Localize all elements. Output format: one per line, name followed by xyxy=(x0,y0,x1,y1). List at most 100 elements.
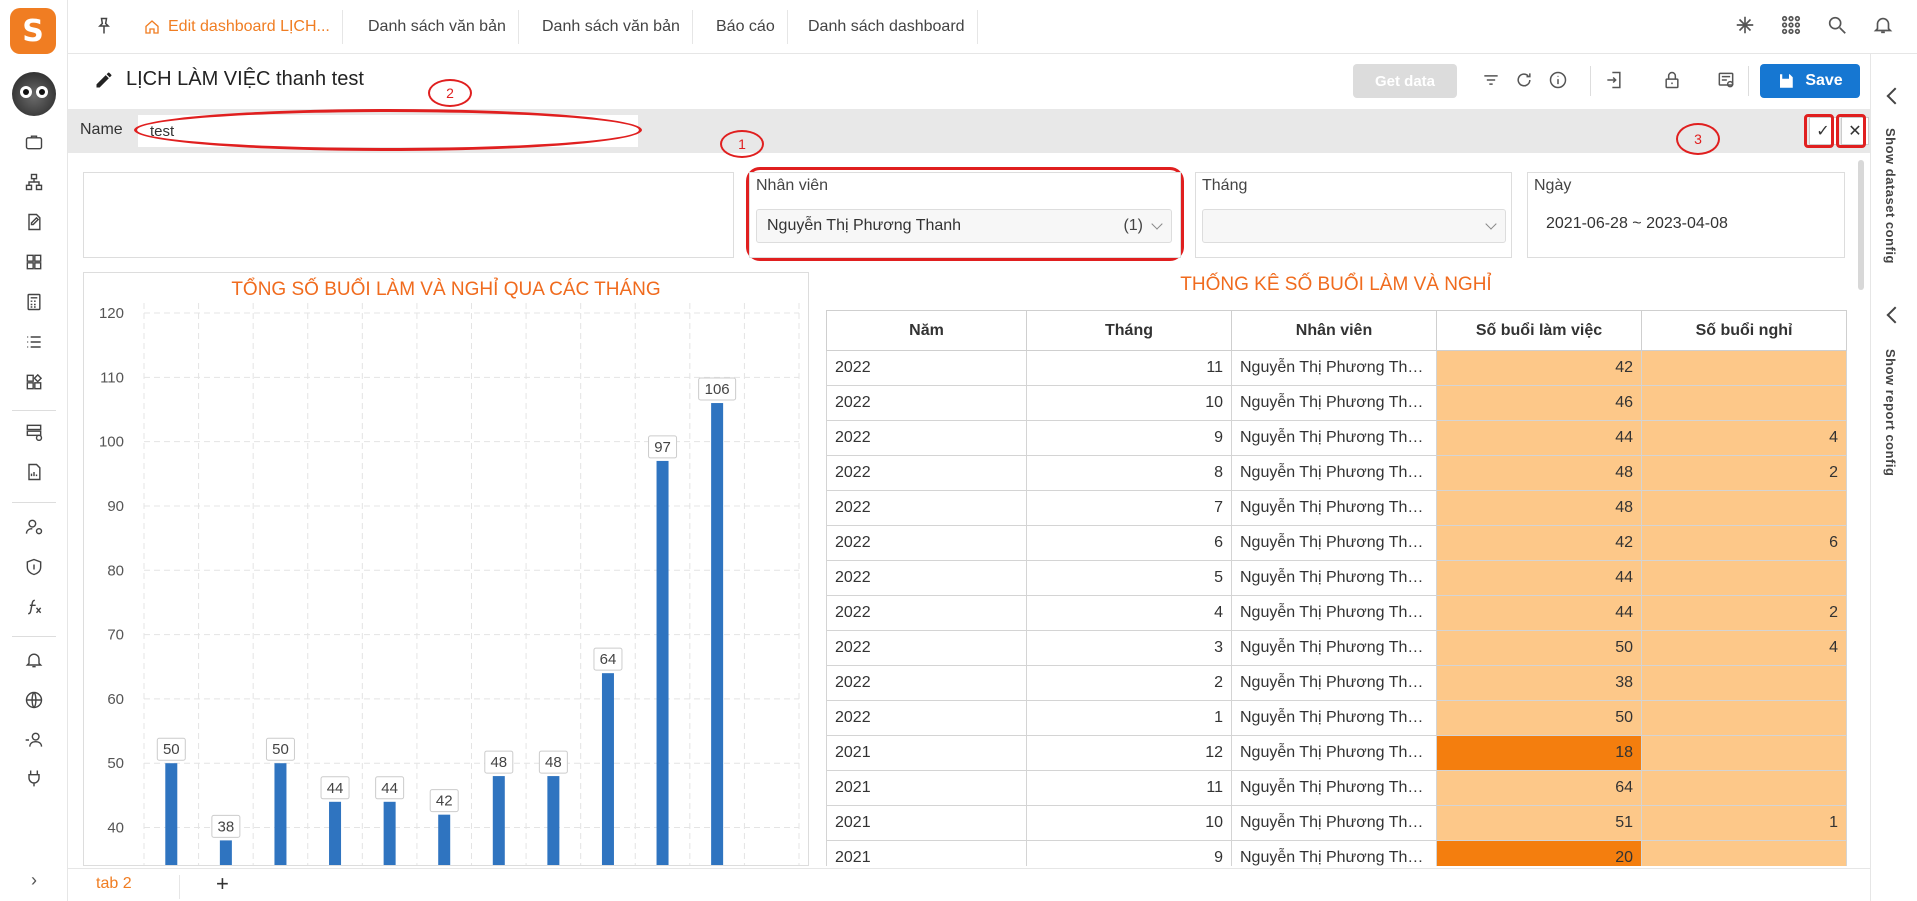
login-icon[interactable] xyxy=(1604,70,1626,92)
user-share-icon[interactable] xyxy=(22,728,46,752)
cell-year: 2022 xyxy=(826,665,1027,701)
chevron-left-icon xyxy=(1886,306,1904,324)
cell-employee: Nguyễn Thị Phương Thanh xyxy=(1231,735,1437,771)
cell-year: 2022 xyxy=(826,490,1027,526)
add-tab-button[interactable]: + xyxy=(216,871,229,897)
search-icon[interactable] xyxy=(1826,14,1850,38)
widgets-icon[interactable] xyxy=(22,370,46,394)
get-data-button[interactable]: Get data xyxy=(1353,64,1457,98)
bar xyxy=(165,763,178,865)
apps-grid-icon[interactable] xyxy=(1780,14,1804,38)
cell-year: 2022 xyxy=(826,385,1027,421)
scrollbar-thumb[interactable] xyxy=(1858,160,1864,290)
column-header-off[interactable]: Số buổi nghỉ xyxy=(1641,310,1847,351)
month-select[interactable] xyxy=(1202,209,1506,243)
chevron-right-icon[interactable]: › xyxy=(22,870,46,894)
table-row[interactable]: 2022 11 Nguyễn Thị Phương Thanh 42 xyxy=(826,350,1847,386)
table-row[interactable]: 2021 10 Nguyễn Thị Phương Thanh 51 1 xyxy=(826,805,1847,841)
dataset-icon[interactable] xyxy=(22,420,46,444)
cell-work: 46 xyxy=(1436,385,1642,421)
select-count: (1) xyxy=(1123,217,1143,234)
save-label: Save xyxy=(1805,72,1843,89)
table-row[interactable]: 2022 2 Nguyễn Thị Phương Thanh 38 xyxy=(826,665,1847,701)
y-tick-label: 90 xyxy=(107,498,124,515)
tab-document-list-1[interactable]: Danh sách văn bản xyxy=(356,10,519,44)
data-label: 50 xyxy=(163,741,180,758)
tab-2[interactable]: tab 2 xyxy=(80,875,180,899)
data-label: 38 xyxy=(218,818,235,835)
cell-month: 9 xyxy=(1026,420,1232,456)
table-row[interactable]: 2022 1 Nguyễn Thị Phương Thanh 50 xyxy=(826,700,1847,736)
cell-month: 9 xyxy=(1026,840,1232,866)
refresh-icon[interactable] xyxy=(1514,70,1536,92)
edit-doc-icon[interactable] xyxy=(22,210,46,234)
column-header-year[interactable]: Năm xyxy=(826,310,1027,351)
tab-report[interactable]: Báo cáo xyxy=(704,10,788,44)
table-row[interactable]: 2022 6 Nguyễn Thị Phương Thanh 42 6 xyxy=(826,525,1847,561)
filter-icon[interactable] xyxy=(1481,70,1503,92)
plug-icon[interactable] xyxy=(22,766,46,790)
tab-edit-dashboard[interactable]: Edit dashboard LỊCH... xyxy=(132,10,343,44)
avatar[interactable] xyxy=(12,72,56,116)
cell-work: 18 xyxy=(1436,735,1642,771)
table-row[interactable]: 2022 4 Nguyễn Thị Phương Thanh 44 2 xyxy=(826,595,1847,631)
tab-document-list-2[interactable]: Danh sách văn bản xyxy=(530,10,693,44)
cell-work: 51 xyxy=(1436,805,1642,841)
cell-month: 6 xyxy=(1026,525,1232,561)
list-icon[interactable] xyxy=(22,330,46,354)
sitemap-icon[interactable] xyxy=(22,170,46,194)
table-row[interactable]: 2022 9 Nguyễn Thị Phương Thanh 44 4 xyxy=(826,420,1847,456)
function-icon[interactable] xyxy=(22,595,46,619)
calculator-icon[interactable] xyxy=(22,290,46,314)
column-header-month[interactable]: Tháng xyxy=(1026,310,1232,351)
pin-icon[interactable] xyxy=(94,16,114,36)
table-row[interactable]: 2022 5 Nguyễn Thị Phương Thanh 44 xyxy=(826,560,1847,596)
cell-employee: Nguyễn Thị Phương Thanh xyxy=(1231,665,1437,701)
table-row[interactable]: 2022 3 Nguyễn Thị Phương Thanh 50 4 xyxy=(826,630,1847,666)
form-settings-icon[interactable] xyxy=(1716,70,1738,92)
cell-month: 4 xyxy=(1026,595,1232,631)
y-tick-label: 80 xyxy=(107,562,124,579)
pencil-icon[interactable] xyxy=(94,70,114,90)
app-logo[interactable]: S xyxy=(10,8,56,54)
stats-table: Năm Tháng Nhân viên Số buổi làm việc Số … xyxy=(826,310,1847,866)
cell-off: 6 xyxy=(1641,525,1847,561)
shield-icon[interactable] xyxy=(22,555,46,579)
table-row[interactable]: 2022 8 Nguyễn Thị Phương Thanh 48 2 xyxy=(826,455,1847,491)
cell-year: 2022 xyxy=(826,350,1027,386)
user-settings-icon[interactable] xyxy=(22,515,46,539)
lock-icon[interactable] xyxy=(1662,70,1684,92)
cell-work: 42 xyxy=(1436,525,1642,561)
table-row[interactable]: 2021 11 Nguyễn Thị Phương Thanh 64 xyxy=(826,770,1847,806)
tab-dashboard-list[interactable]: Danh sách dashboard xyxy=(796,10,978,44)
bar xyxy=(383,801,396,865)
sparkle-icon[interactable] xyxy=(1734,14,1758,38)
column-header-employee[interactable]: Nhân viên xyxy=(1231,310,1437,351)
briefcase-icon[interactable] xyxy=(22,130,46,154)
table-row[interactable]: 2021 9 Nguyễn Thị Phương Thanh 20 xyxy=(826,840,1847,866)
cell-off: 1 xyxy=(1641,805,1847,841)
table-row[interactable]: 2022 7 Nguyễn Thị Phương Thanh 48 xyxy=(826,490,1847,526)
bar xyxy=(547,776,560,865)
table-row[interactable]: 2021 12 Nguyễn Thị Phương Thanh 18 xyxy=(826,735,1847,771)
employee-select[interactable]: Nguyễn Thị Phương Thanh (1) xyxy=(756,209,1172,243)
globe-icon[interactable] xyxy=(22,688,46,712)
show-dataset-config-toggle[interactable]: Show dataset config xyxy=(1879,64,1909,284)
bell-settings-icon[interactable] xyxy=(22,648,46,672)
bell-icon[interactable] xyxy=(1872,14,1896,38)
date-range-picker[interactable]: 2021-06-28 ~ 2023-04-08 xyxy=(1546,215,1728,233)
report-icon[interactable] xyxy=(22,460,46,484)
table-row[interactable]: 2022 10 Nguyễn Thị Phương Thanh 46 xyxy=(826,385,1847,421)
cell-month: 10 xyxy=(1026,385,1232,421)
chevron-down-icon xyxy=(1151,218,1163,230)
info-icon[interactable] xyxy=(1548,70,1570,92)
show-report-config-toggle[interactable]: Show report config xyxy=(1879,289,1909,519)
cell-work: 50 xyxy=(1436,630,1642,666)
save-button[interactable]: Save xyxy=(1760,64,1860,98)
dashboard-icon[interactable] xyxy=(22,250,46,274)
date-filter: Ngày 2021-06-28 ~ 2023-04-08 xyxy=(1527,172,1845,258)
cell-month: 10 xyxy=(1026,805,1232,841)
column-header-work[interactable]: Số buổi làm việc xyxy=(1436,310,1642,351)
bar-chart: 3040506070809010011012050385044444248486… xyxy=(99,303,800,865)
chevron-down-icon xyxy=(1485,218,1497,230)
